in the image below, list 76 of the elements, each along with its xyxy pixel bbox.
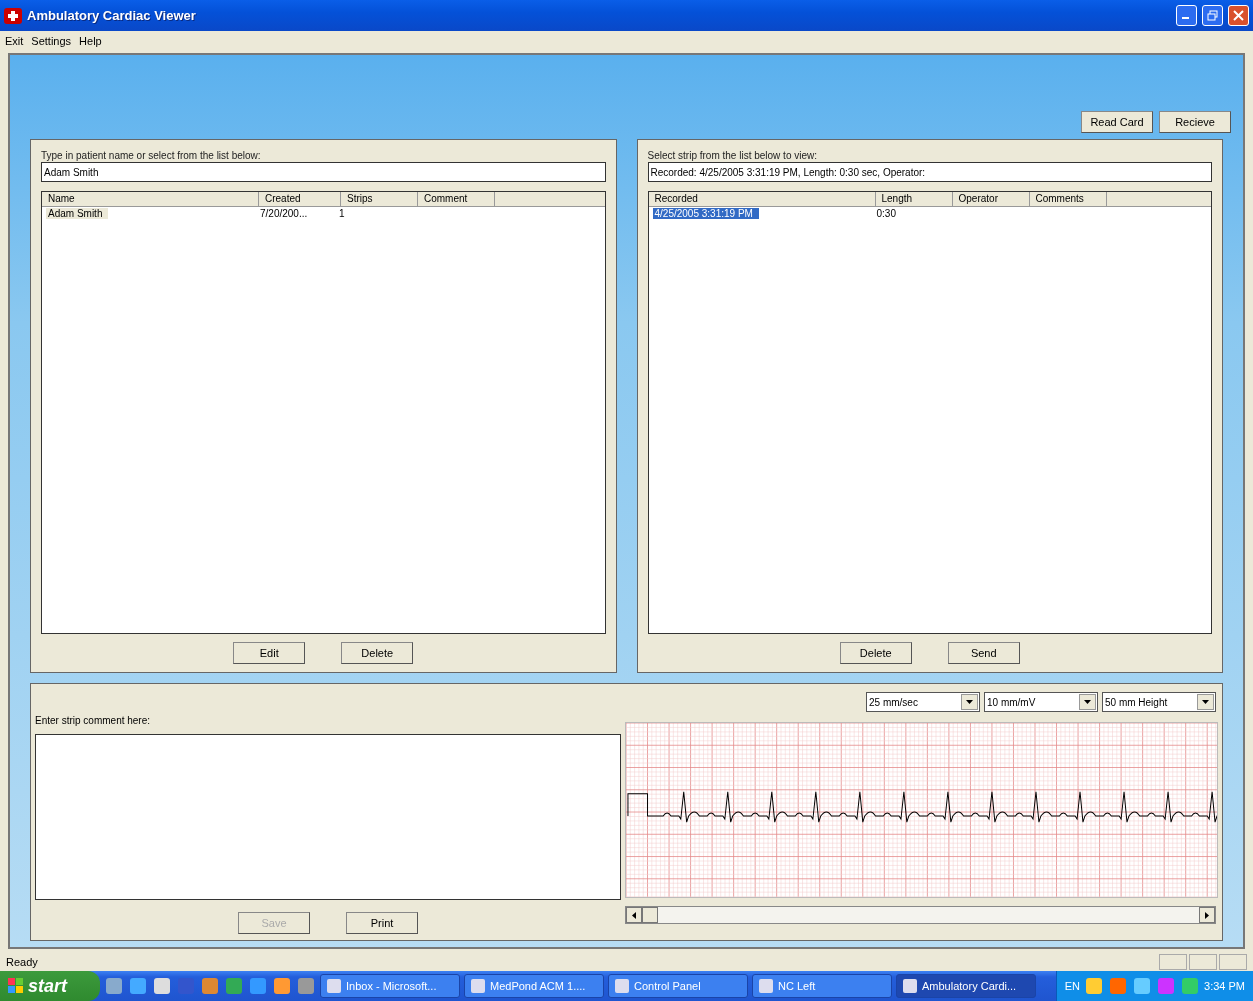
taskbar-button[interactable]: Control Panel <box>608 974 748 998</box>
quick-launch-icon[interactable] <box>130 978 146 994</box>
window-title: Ambulatory Cardiac Viewer <box>27 8 197 23</box>
table-cell: 1 <box>339 208 345 219</box>
scroll-thumb[interactable] <box>642 907 658 923</box>
column-header[interactable]: Operator <box>952 192 1030 206</box>
table-cell: 0:30 <box>876 208 896 219</box>
tray-icon[interactable] <box>1134 978 1151 994</box>
column-header[interactable]: Comments <box>1029 192 1107 206</box>
dropdown[interactable]: 25 mm/sec <box>866 692 980 712</box>
column-header[interactable]: Comment <box>418 192 495 206</box>
windows-flag-icon <box>8 978 24 994</box>
text-field[interactable]: Adam Smith <box>41 162 606 182</box>
menu-item[interactable]: Help <box>79 35 102 47</box>
menu-item[interactable]: Settings <box>31 35 72 47</box>
dropdown[interactable]: 50 mm Height <box>1102 692 1216 712</box>
app-icon <box>471 979 485 993</box>
dropdown[interactable]: 10 mm/mV <box>984 692 1098 712</box>
comment-label: Enter strip comment here: <box>35 715 152 726</box>
horizontal-scrollbar[interactable] <box>625 906 1216 924</box>
quick-launch-icon[interactable] <box>298 978 314 994</box>
prompt-label: Type in patient name or select from the list below: <box>41 150 262 161</box>
table-cell: 7/20/200... <box>260 208 308 219</box>
quick-launch-icon[interactable] <box>226 978 242 994</box>
action-button[interactable]: Recieve <box>1159 111 1231 133</box>
action-button[interactable]: Edit <box>233 642 306 664</box>
quick-launch-icon[interactable] <box>274 978 290 994</box>
taskbar-button[interactable]: Ambulatory Cardi... <box>896 974 1036 998</box>
action-button[interactable]: Read Card <box>1081 111 1153 133</box>
start-button[interactable]: start <box>0 971 100 1001</box>
status-text: Ready <box>6 956 38 968</box>
restore-icon <box>1207 10 1218 21</box>
tray-icon[interactable] <box>1086 978 1103 994</box>
tray-icon[interactable] <box>1158 978 1175 994</box>
minimize-button[interactable] <box>1176 5 1197 26</box>
app-icon <box>327 979 341 993</box>
clock: 3:34 PM <box>1204 980 1245 992</box>
taskbar-button[interactable]: Inbox - Microsoft... <box>320 974 460 998</box>
action-button[interactable]: Delete <box>341 642 414 664</box>
status-pane <box>1189 954 1217 970</box>
left-arrow-icon[interactable] <box>632 911 636 919</box>
tray-icon[interactable] <box>1110 978 1127 994</box>
status-pane <box>1159 954 1187 970</box>
caret-icon <box>1084 700 1091 704</box>
tray-icon[interactable] <box>1182 978 1199 994</box>
prompt-label: Select strip from the list below to view: <box>647 150 818 161</box>
list-item[interactable]: Adam Smith <box>46 208 109 219</box>
menu-item[interactable]: Exit <box>5 35 24 47</box>
right-arrow-icon[interactable] <box>1205 911 1209 919</box>
action-button[interactable]: Send <box>947 642 1020 664</box>
taskbar-button[interactable]: MedPond ACM 1.... <box>464 974 604 998</box>
close-button[interactable] <box>1228 5 1249 26</box>
app-icon <box>903 979 917 993</box>
action-button[interactable]: Print <box>346 912 418 934</box>
quick-launch-icon[interactable] <box>250 978 266 994</box>
column-header[interactable]: Created <box>259 192 341 206</box>
caret-icon <box>1202 700 1209 704</box>
app-icon <box>615 979 629 993</box>
status-pane <box>1219 954 1247 970</box>
action-button[interactable]: Delete <box>839 642 912 664</box>
column-header[interactable]: Name <box>42 192 259 206</box>
text-field[interactable]: Recorded: 4/25/2005 3:31:19 PM, Length: 0:30 sec, Operator: <box>647 162 1212 182</box>
quick-launch-icon[interactable] <box>154 978 170 994</box>
caret-icon <box>966 700 973 704</box>
quick-launch-icon[interactable] <box>202 978 218 994</box>
restore-button[interactable] <box>1202 5 1223 26</box>
column-header[interactable]: Recorded <box>648 192 876 206</box>
list-item[interactable]: 4/25/2005 3:31:19 PM <box>652 208 759 219</box>
taskbar-button[interactable]: NC Left <box>752 974 892 998</box>
app-icon <box>759 979 773 993</box>
quick-launch-icon[interactable] <box>106 978 122 994</box>
comment-field[interactable] <box>35 734 621 900</box>
column-header[interactable]: Length <box>875 192 953 206</box>
close-icon <box>1233 10 1244 21</box>
medical-cross-icon <box>4 7 22 24</box>
column-header[interactable]: Strips <box>341 192 418 206</box>
